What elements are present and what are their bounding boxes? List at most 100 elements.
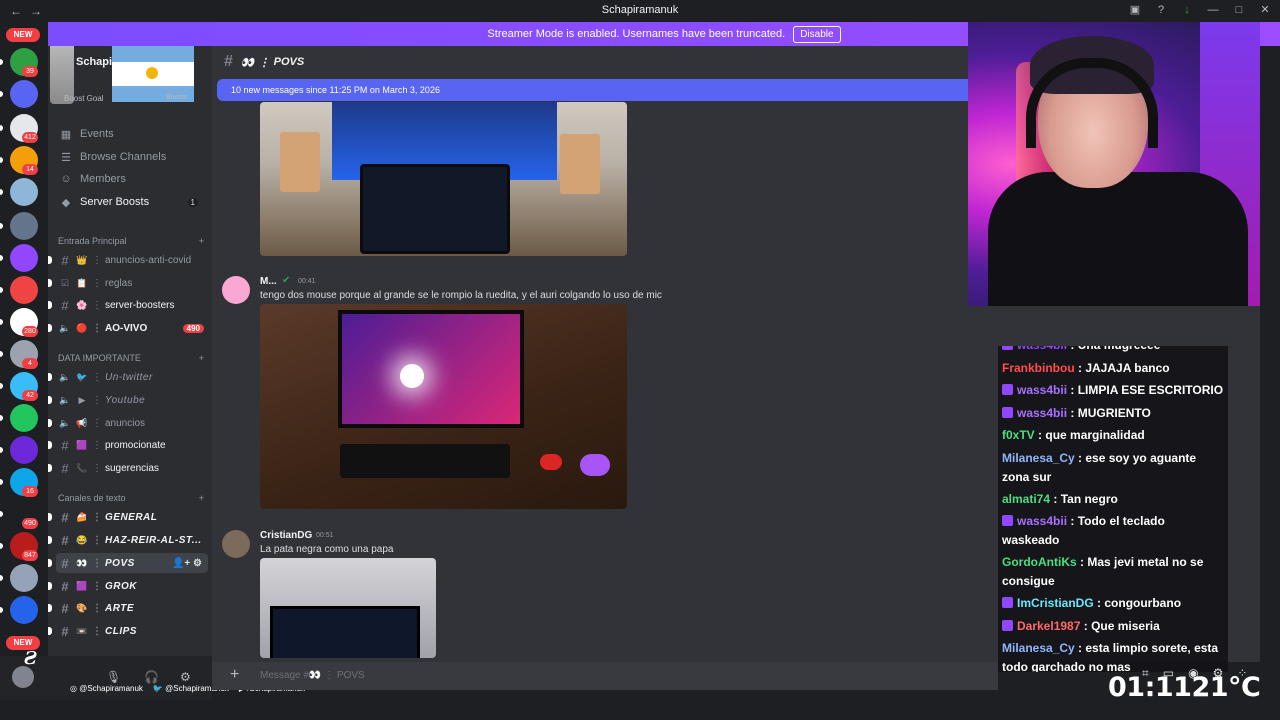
message-composer[interactable]: + Message #👀 ⋮ POVS bbox=[212, 662, 998, 690]
chat-text: Que miseria bbox=[1091, 618, 1160, 633]
attachment-image-desk-1[interactable] bbox=[260, 102, 627, 256]
category-entrada-principal[interactable]: Entrada Principal + bbox=[58, 236, 204, 246]
add-attachment-icon[interactable]: + bbox=[230, 666, 239, 684]
add-channel-icon[interactable]: + bbox=[199, 493, 204, 503]
server-icon[interactable] bbox=[10, 178, 38, 206]
channel-item[interactable]: 🔈 📢 ⋮ anuncios bbox=[48, 413, 208, 433]
inbox-icon[interactable]: ▣ bbox=[1128, 3, 1142, 17]
channel-name: sugerencias bbox=[105, 462, 159, 474]
add-channel-icon[interactable]: + bbox=[199, 236, 204, 246]
mouse-icon-2 bbox=[580, 454, 610, 476]
stream-chat-message: f0xTV : que marginalidad bbox=[1002, 426, 1224, 445]
channel-item[interactable]: ☑ 📋 ⋮ reglas bbox=[48, 273, 208, 293]
channel-name: reglas bbox=[105, 277, 133, 289]
channel-emoji: 🐦 bbox=[76, 372, 88, 382]
channel-item[interactable]: 🔈 🐦 ⋮ Un-twitter bbox=[48, 367, 208, 387]
channel-name: anuncios bbox=[105, 417, 146, 429]
channel-emoji: 🟪 bbox=[76, 581, 88, 591]
message-author[interactable]: M... bbox=[260, 276, 277, 287]
attachment-image-desk-2[interactable] bbox=[260, 304, 627, 509]
unread-indicator bbox=[48, 464, 52, 472]
channel-name: ARTE bbox=[105, 602, 135, 614]
channel-item[interactable]: # 👀 ⋮ POVS 👤+ ⚙ bbox=[48, 553, 208, 573]
stream-chat-message: Darkel1987 : Que miseria bbox=[1002, 617, 1224, 636]
minimize-icon[interactable]: — bbox=[1206, 3, 1220, 17]
streamer-logo-icon: Ƨ bbox=[24, 648, 37, 669]
download-icon[interactable]: ↓ bbox=[1180, 3, 1194, 17]
channel-item[interactable]: 🔈 🔴 ⋮ AO-VIVO 490 bbox=[48, 318, 208, 338]
server-icon[interactable] bbox=[10, 80, 38, 108]
announcement-icon: 🔈 bbox=[59, 394, 71, 405]
unread-pill bbox=[0, 351, 3, 357]
category-canales-de-texto[interactable]: Canales de texto + bbox=[58, 493, 204, 503]
channel-item[interactable]: # 📞 ⋮ sugerencias bbox=[48, 458, 208, 478]
chat-separator: : bbox=[1074, 641, 1086, 655]
close-window-icon[interactable]: ✕ bbox=[1258, 3, 1272, 17]
channel-item[interactable]: # 🍰 ⋮ GENERAL bbox=[48, 507, 208, 527]
microphone-icon[interactable]: 🎙 bbox=[106, 670, 121, 684]
headphones-icon[interactable]: 🎧 bbox=[144, 670, 159, 684]
server-icon[interactable] bbox=[10, 212, 38, 240]
server-icon[interactable] bbox=[10, 244, 38, 272]
channel-settings-icon[interactable]: 👤+ ⚙ bbox=[172, 558, 202, 569]
chat-text: congourbano bbox=[1104, 596, 1182, 610]
maximize-icon[interactable]: □ bbox=[1232, 3, 1246, 17]
message-author[interactable]: CristianDG bbox=[260, 530, 312, 541]
disable-streamer-mode-button[interactable]: Disable bbox=[793, 25, 841, 43]
channel-item[interactable]: # 🟪 ⋮ promocionate bbox=[48, 435, 208, 455]
chat-separator: : bbox=[1050, 491, 1061, 506]
server-header[interactable]: Schapi bbox=[48, 46, 212, 104]
hash-icon: # bbox=[61, 555, 69, 571]
message-input[interactable]: Message #👀 ⋮ POVS bbox=[260, 670, 365, 681]
channel-title: POVS bbox=[273, 56, 305, 68]
verified-icon: ✔ bbox=[282, 275, 291, 286]
avatar[interactable] bbox=[222, 276, 250, 304]
unread-pill bbox=[0, 543, 3, 549]
help-icon[interactable]: ? bbox=[1154, 3, 1168, 17]
server-icon[interactable] bbox=[10, 276, 38, 304]
channel-name: promocionate bbox=[105, 439, 166, 451]
light-glare-icon bbox=[400, 364, 424, 388]
instagram-handle: ◎ @Schapiramanuk bbox=[70, 684, 143, 693]
nav-label: Browse Channels bbox=[80, 151, 167, 163]
channel-separator: ⋮ bbox=[92, 394, 102, 406]
unread-pill bbox=[0, 479, 3, 485]
nav-members[interactable]: ☺ Members bbox=[56, 169, 206, 189]
nav-server-boosts[interactable]: ◆ Server Boosts 1 bbox=[56, 192, 206, 212]
nav-events[interactable]: ▦ Events bbox=[56, 124, 206, 144]
stream-chat-message: Frankbinbou : JAJAJA banco bbox=[1002, 359, 1224, 378]
forward-icon[interactable]: → bbox=[28, 3, 44, 19]
channel-item[interactable]: # 🟪 ⋮ GROK bbox=[48, 576, 208, 596]
nav-label: Server Boosts bbox=[80, 196, 150, 208]
server-icon[interactable] bbox=[10, 436, 38, 464]
attachment-image-desk-3[interactable] bbox=[260, 558, 436, 658]
channel-item[interactable]: # 🎨 ⋮ ARTE bbox=[48, 598, 208, 618]
unread-pill bbox=[0, 223, 3, 229]
unread-indicator bbox=[48, 441, 52, 449]
boost-icon: ◆ bbox=[61, 196, 71, 209]
nav-browse-channels[interactable]: ☰ Browse Channels bbox=[56, 147, 206, 167]
add-channel-icon[interactable]: + bbox=[199, 353, 204, 363]
channel-item[interactable]: # 👑 ⋮ anuncios-anti-covid bbox=[48, 250, 208, 270]
monitor-icon bbox=[338, 310, 524, 428]
unread-pill bbox=[0, 91, 3, 97]
channel-item[interactable]: # 😂 ⋮ HAZ-REIR-AL-ST... bbox=[48, 530, 208, 550]
channel-item[interactable]: # 📼 ⋮ CLIPS bbox=[48, 621, 208, 641]
channel-item[interactable]: 🔈 ▶ ⋮ Youtube bbox=[48, 390, 208, 410]
unread-pill bbox=[0, 157, 3, 163]
unread-pill bbox=[0, 383, 3, 389]
server-icon[interactable] bbox=[10, 404, 38, 432]
avatar[interactable] bbox=[222, 530, 250, 558]
settings-icon[interactable]: ⚙ bbox=[180, 670, 191, 684]
stream-chat-message: GordoAntiKs : Mas jevi metal no se consi… bbox=[1002, 553, 1224, 591]
server-icon[interactable] bbox=[10, 564, 38, 592]
category-data-importante[interactable]: DATA IMPORTANTE + bbox=[58, 353, 204, 363]
message-text: La pata negra como una papa bbox=[260, 544, 394, 555]
stream-chat-overlay: wass4bii : Una mugreeee Frankbinbou : JAJ… bbox=[998, 346, 1228, 672]
server-icon[interactable] bbox=[10, 596, 38, 624]
channel-emoji: 🟪 bbox=[76, 440, 88, 450]
channel-emoji: 📢 bbox=[76, 418, 88, 428]
back-icon[interactable]: ← bbox=[8, 3, 24, 19]
channel-separator: ⋮ bbox=[92, 371, 102, 383]
channel-item[interactable]: # 🌸 ⋮ server-boosters bbox=[48, 295, 208, 315]
